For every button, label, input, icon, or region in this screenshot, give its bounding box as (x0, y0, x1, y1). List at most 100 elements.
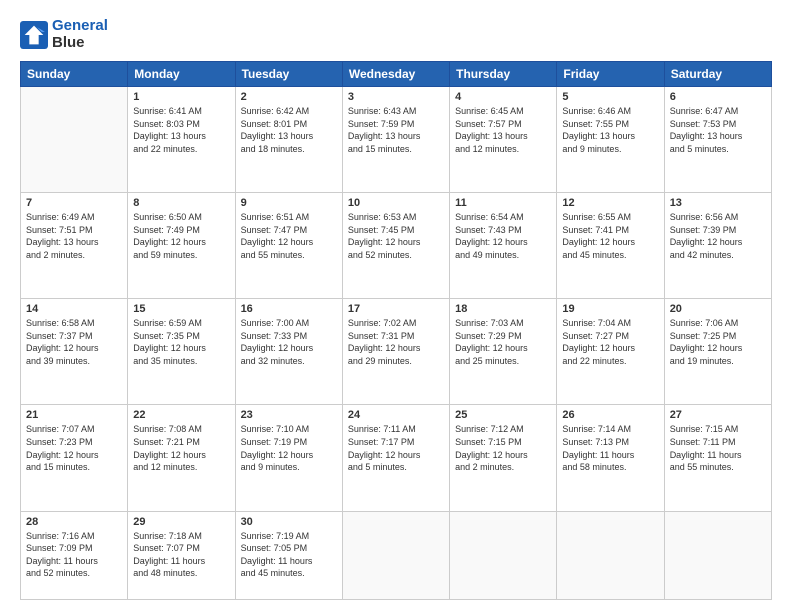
cell-content: Sunrise: 7:07 AM Sunset: 7:23 PM Dayligh… (26, 423, 122, 473)
calendar-cell: 14 Sunrise: 6:58 AM Sunset: 7:37 PM Dayli… (21, 299, 128, 405)
day-number: 28 (26, 516, 122, 528)
week-row-4: 21 Sunrise: 7:07 AM Sunset: 7:23 PM Dayli… (21, 405, 772, 511)
day-number: 24 (348, 409, 444, 421)
calendar-table: SundayMondayTuesdayWednesdayThursdayFrid… (20, 61, 772, 600)
cell-content: Sunrise: 6:47 AM Sunset: 7:53 PM Dayligh… (670, 105, 766, 155)
day-header-wednesday: Wednesday (342, 62, 449, 87)
calendar-cell: 21 Sunrise: 7:07 AM Sunset: 7:23 PM Dayli… (21, 405, 128, 511)
day-number: 27 (670, 409, 766, 421)
day-number: 11 (455, 197, 551, 209)
day-number: 20 (670, 303, 766, 315)
calendar-cell (664, 511, 771, 600)
cell-content: Sunrise: 7:02 AM Sunset: 7:31 PM Dayligh… (348, 317, 444, 367)
cell-content: Sunrise: 7:12 AM Sunset: 7:15 PM Dayligh… (455, 423, 551, 473)
logo-icon (20, 21, 48, 49)
header: General Blue (20, 18, 772, 51)
day-number: 1 (133, 91, 229, 103)
cell-content: Sunrise: 7:11 AM Sunset: 7:17 PM Dayligh… (348, 423, 444, 473)
day-number: 23 (241, 409, 337, 421)
day-number: 18 (455, 303, 551, 315)
calendar-cell: 25 Sunrise: 7:12 AM Sunset: 7:15 PM Dayli… (450, 405, 557, 511)
calendar-cell (342, 511, 449, 600)
calendar-cell: 9 Sunrise: 6:51 AM Sunset: 7:47 PM Daylig… (235, 193, 342, 299)
calendar-cell: 19Sunrise: 7:04 AM Sunset: 7:27 PM Dayli… (557, 299, 664, 405)
logo: General Blue (20, 18, 108, 51)
calendar-cell: 4 Sunrise: 6:45 AM Sunset: 7:57 PM Daylig… (450, 87, 557, 193)
day-header-saturday: Saturday (664, 62, 771, 87)
cell-content: Sunrise: 7:15 AM Sunset: 7:11 PM Dayligh… (670, 423, 766, 473)
cell-content: Sunrise: 6:59 AM Sunset: 7:35 PM Dayligh… (133, 317, 229, 367)
calendar-cell: 13 Sunrise: 6:56 AM Sunset: 7:39 PM Dayli… (664, 193, 771, 299)
cell-content: Sunrise: 6:46 AM Sunset: 7:55 PM Dayligh… (562, 105, 658, 155)
cell-content: Sunrise: 7:06 AM Sunset: 7:25 PM Dayligh… (670, 317, 766, 367)
calendar-cell: 30 Sunrise: 7:19 AM Sunset: 7:05 PM Dayli… (235, 511, 342, 600)
calendar-cell: 15 Sunrise: 6:59 AM Sunset: 7:35 PM Dayli… (128, 299, 235, 405)
cell-content: Sunrise: 7:14 AM Sunset: 7:13 PM Dayligh… (562, 423, 658, 473)
cell-content: Sunrise: 6:49 AM Sunset: 7:51 PM Dayligh… (26, 211, 122, 261)
day-number: 29 (133, 516, 229, 528)
calendar-cell: 24 Sunrise: 7:11 AM Sunset: 7:17 PM Dayli… (342, 405, 449, 511)
day-number: 30 (241, 516, 337, 528)
day-number: 14 (26, 303, 122, 315)
cell-content: Sunrise: 7:10 AM Sunset: 7:19 PM Dayligh… (241, 423, 337, 473)
day-number: 15 (133, 303, 229, 315)
cell-content: Sunrise: 6:56 AM Sunset: 7:39 PM Dayligh… (670, 211, 766, 261)
calendar-cell: 18 Sunrise: 7:03 AM Sunset: 7:29 PM Dayli… (450, 299, 557, 405)
day-number: 17 (348, 303, 444, 315)
cell-content: Sunrise: 6:55 AM Sunset: 7:41 PM Dayligh… (562, 211, 658, 261)
calendar-cell: 17 Sunrise: 7:02 AM Sunset: 7:31 PM Dayli… (342, 299, 449, 405)
day-number: 25 (455, 409, 551, 421)
calendar-cell: 12 Sunrise: 6:55 AM Sunset: 7:41 PM Dayli… (557, 193, 664, 299)
day-number: 10 (348, 197, 444, 209)
cell-content: Sunrise: 7:08 AM Sunset: 7:21 PM Dayligh… (133, 423, 229, 473)
day-number: 26 (562, 409, 658, 421)
cell-content: Sunrise: 7:18 AM Sunset: 7:07 PM Dayligh… (133, 530, 229, 580)
day-number: 13 (670, 197, 766, 209)
day-number: 9 (241, 197, 337, 209)
week-row-5: 28 Sunrise: 7:16 AM Sunset: 7:09 PM Dayli… (21, 511, 772, 600)
calendar-header-row: SundayMondayTuesdayWednesdayThursdayFrid… (21, 62, 772, 87)
cell-content: Sunrise: 6:45 AM Sunset: 7:57 PM Dayligh… (455, 105, 551, 155)
calendar-cell: 5 Sunrise: 6:46 AM Sunset: 7:55 PM Daylig… (557, 87, 664, 193)
calendar-cell: 7 Sunrise: 6:49 AM Sunset: 7:51 PM Daylig… (21, 193, 128, 299)
day-number: 5 (562, 91, 658, 103)
cell-content: Sunrise: 6:53 AM Sunset: 7:45 PM Dayligh… (348, 211, 444, 261)
day-number: 22 (133, 409, 229, 421)
calendar-cell: 20 Sunrise: 7:06 AM Sunset: 7:25 PM Dayli… (664, 299, 771, 405)
calendar-cell (21, 87, 128, 193)
day-header-sunday: Sunday (21, 62, 128, 87)
cell-content: Sunrise: 7:16 AM Sunset: 7:09 PM Dayligh… (26, 530, 122, 580)
day-header-friday: Friday (557, 62, 664, 87)
cell-content: Sunrise: 6:50 AM Sunset: 7:49 PM Dayligh… (133, 211, 229, 261)
calendar-cell: 2Sunrise: 6:42 AM Sunset: 8:01 PM Daylig… (235, 87, 342, 193)
page: General Blue SundayMondayTuesdayWednesda… (0, 0, 792, 612)
day-header-tuesday: Tuesday (235, 62, 342, 87)
calendar-cell: 23 Sunrise: 7:10 AM Sunset: 7:19 PM Dayli… (235, 405, 342, 511)
cell-content: Sunrise: 6:51 AM Sunset: 7:47 PM Dayligh… (241, 211, 337, 261)
calendar-cell: 26 Sunrise: 7:14 AM Sunset: 7:13 PM Dayli… (557, 405, 664, 511)
cell-content: Sunrise: 6:41 AM Sunset: 8:03 PM Dayligh… (133, 105, 229, 155)
day-header-monday: Monday (128, 62, 235, 87)
calendar-cell: 1 Sunrise: 6:41 AM Sunset: 8:03 PM Daylig… (128, 87, 235, 193)
week-row-2: 7 Sunrise: 6:49 AM Sunset: 7:51 PM Daylig… (21, 193, 772, 299)
calendar-cell: 27 Sunrise: 7:15 AM Sunset: 7:11 PM Dayli… (664, 405, 771, 511)
cell-content: Sunrise: 7:04 AM Sunset: 7:27 PM Dayligh… (562, 317, 658, 367)
day-number: 7 (26, 197, 122, 209)
calendar-cell: 6Sunrise: 6:47 AM Sunset: 7:53 PM Daylig… (664, 87, 771, 193)
calendar-cell: 10 Sunrise: 6:53 AM Sunset: 7:45 PM Dayli… (342, 193, 449, 299)
day-number: 12 (562, 197, 658, 209)
calendar-cell: 11Sunrise: 6:54 AM Sunset: 7:43 PM Dayli… (450, 193, 557, 299)
week-row-1: 1 Sunrise: 6:41 AM Sunset: 8:03 PM Daylig… (21, 87, 772, 193)
week-row-3: 14 Sunrise: 6:58 AM Sunset: 7:37 PM Dayli… (21, 299, 772, 405)
calendar-cell: 8Sunrise: 6:50 AM Sunset: 7:49 PM Daylig… (128, 193, 235, 299)
cell-content: Sunrise: 7:19 AM Sunset: 7:05 PM Dayligh… (241, 530, 337, 580)
calendar-cell: 16 Sunrise: 7:00 AM Sunset: 7:33 PM Dayli… (235, 299, 342, 405)
day-number: 16 (241, 303, 337, 315)
day-number: 21 (26, 409, 122, 421)
day-number: 4 (455, 91, 551, 103)
cell-content: Sunrise: 6:58 AM Sunset: 7:37 PM Dayligh… (26, 317, 122, 367)
cell-content: Sunrise: 7:03 AM Sunset: 7:29 PM Dayligh… (455, 317, 551, 367)
calendar-cell: 29 Sunrise: 7:18 AM Sunset: 7:07 PM Dayli… (128, 511, 235, 600)
cell-content: Sunrise: 7:00 AM Sunset: 7:33 PM Dayligh… (241, 317, 337, 367)
day-number: 2 (241, 91, 337, 103)
